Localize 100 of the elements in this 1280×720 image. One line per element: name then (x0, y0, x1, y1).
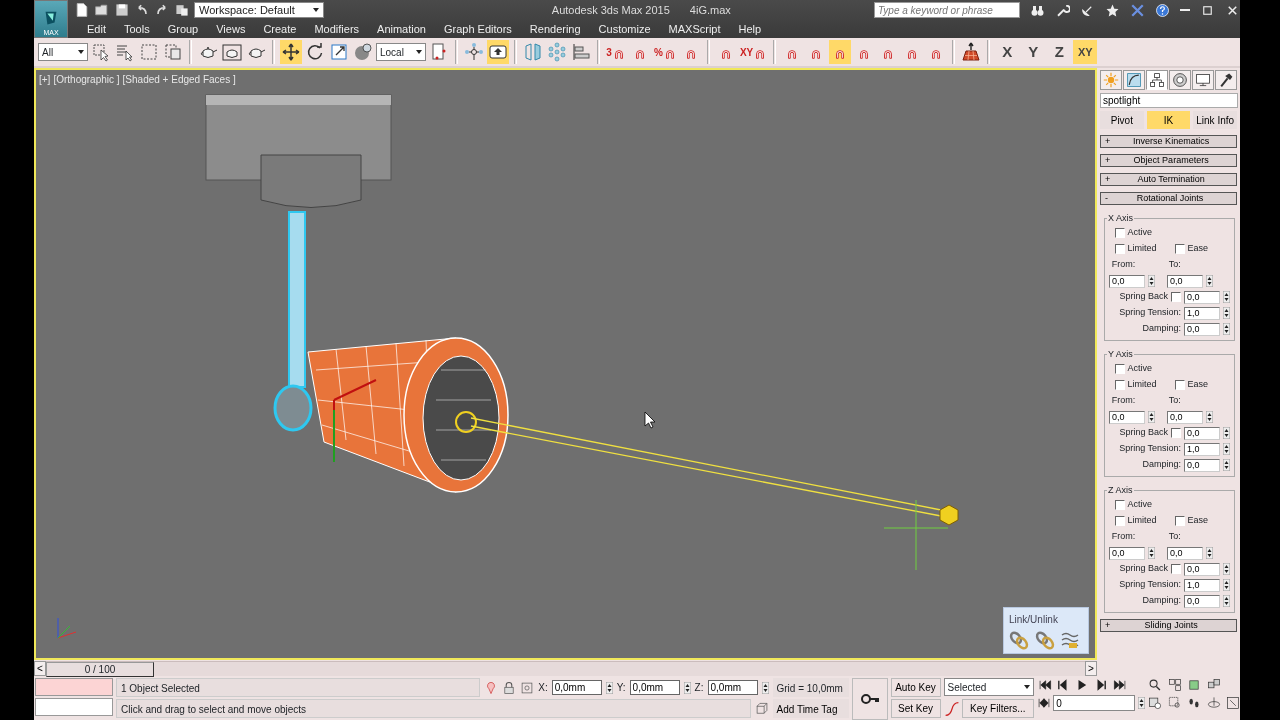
spinner[interactable] (1223, 427, 1230, 439)
spinner[interactable] (1223, 595, 1230, 607)
rollout-header[interactable]: - Rotational Joints (1100, 192, 1237, 205)
spinner[interactable] (1223, 443, 1230, 455)
maximize-viewport-button[interactable] (1226, 696, 1240, 710)
previous-frame-button[interactable]: < (34, 661, 46, 676)
script-listener-field[interactable] (35, 678, 113, 696)
menu-item[interactable]: Views (207, 20, 255, 38)
spinner[interactable] (1223, 323, 1230, 335)
checkbox[interactable] (1171, 564, 1181, 574)
save-button[interactable] (114, 2, 130, 18)
rollout-header[interactable]: + Sliding Joints (1100, 619, 1237, 632)
curve-editor-button[interactable] (943, 699, 960, 718)
new-file-button[interactable] (74, 2, 90, 18)
link-chain-button[interactable] (1009, 630, 1029, 651)
key-filters-button[interactable]: Key Filters... (962, 699, 1034, 718)
menu-item[interactable]: Customize (589, 20, 660, 38)
coordinate-field[interactable]: 0,0mm (551, 680, 602, 695)
menu-item[interactable]: Edit (78, 20, 115, 38)
orbit-button[interactable] (1206, 696, 1221, 710)
selection-box-button[interactable] (520, 680, 535, 695)
number-field[interactable]: 1,0 (1184, 442, 1220, 456)
spinner[interactable] (1148, 275, 1155, 287)
search-field[interactable]: Type a keyword or phrase (874, 2, 1020, 18)
star-button[interactable] (1105, 2, 1120, 18)
snap-toggle[interactable]: XY (738, 40, 769, 64)
arrow-box-button[interactable] (487, 40, 509, 64)
checkbox[interactable] (1114, 380, 1125, 390)
coordinate-field[interactable]: 0,0mm (707, 680, 758, 695)
checkbox[interactable] (1174, 380, 1185, 390)
panel-tab[interactable] (1192, 70, 1214, 90)
viewport-label[interactable]: [Shaded + Edged Faces ] (122, 72, 236, 87)
panel-tab[interactable] (1169, 70, 1191, 90)
spinner[interactable] (761, 681, 769, 694)
menu-item[interactable]: Graph Editors (434, 20, 521, 38)
checkbox[interactable] (1114, 364, 1125, 374)
snap-toggle[interactable]: % (653, 40, 678, 64)
menu-item[interactable]: Group (158, 20, 208, 38)
axis-constraint-button[interactable]: X (995, 40, 1020, 64)
move-button[interactable] (280, 40, 302, 64)
time-slider-thumb[interactable]: 0 / 100 (46, 662, 154, 677)
dropdown[interactable]: Local (376, 43, 426, 61)
spinner[interactable] (683, 681, 691, 694)
panel-button[interactable]: IK (1146, 111, 1191, 129)
number-field[interactable]: 0,0 (1167, 274, 1203, 288)
zoom-button[interactable] (1148, 678, 1162, 692)
axis-constraint-button[interactable]: Y (1021, 40, 1046, 64)
spinner[interactable] (1206, 275, 1213, 287)
checkbox[interactable] (1174, 244, 1185, 254)
panel-tab[interactable] (1123, 70, 1145, 90)
spinner[interactable] (1223, 563, 1230, 575)
checkbox[interactable] (1174, 516, 1185, 526)
rollout-header[interactable]: + Object Parameters (1100, 154, 1237, 167)
region-zoom-button[interactable] (1167, 696, 1182, 710)
number-field[interactable]: 0,0 (1184, 458, 1220, 472)
frame-field[interactable]: 0 (1053, 695, 1136, 711)
spinner[interactable] (605, 681, 613, 694)
snap-toggle[interactable]: 3 (605, 40, 627, 64)
footprints-button[interactable] (1187, 696, 1201, 710)
exchange-x-button[interactable] (1130, 2, 1145, 18)
menu-item[interactable]: MAXScript (659, 20, 730, 38)
number-field[interactable]: 0,0 (1109, 274, 1145, 288)
wrench-button[interactable] (1055, 2, 1070, 18)
number-field[interactable]: 0,0 (1184, 426, 1220, 440)
snap-toggle[interactable] (829, 40, 852, 64)
help-button[interactable] (1155, 2, 1170, 18)
viewport-label[interactable]: [Orthographic ] (53, 72, 120, 87)
checkbox[interactable] (1171, 292, 1181, 302)
menu-item[interactable]: Create (254, 20, 306, 38)
mirror-button[interactable] (522, 40, 544, 64)
menu-item[interactable]: Animation (368, 20, 435, 38)
number-field[interactable]: 0,0 (1184, 594, 1220, 608)
next-frame-button[interactable]: > (1085, 661, 1097, 676)
panel-tab[interactable] (1215, 70, 1237, 90)
dropdown[interactable]: All (38, 43, 88, 61)
spinner[interactable] (1138, 697, 1145, 709)
number-field[interactable]: 0,0 (1109, 546, 1145, 560)
panel-button[interactable]: Link Info (1193, 111, 1237, 129)
number-field[interactable]: 0,0 (1184, 322, 1220, 336)
unlink-chain-button[interactable] (1034, 630, 1055, 651)
spinner[interactable] (1148, 547, 1155, 559)
project-folder-button[interactable] (174, 2, 190, 18)
set-keys-button[interactable] (851, 678, 888, 720)
number-field[interactable]: 0,0 (1167, 546, 1203, 560)
checkbox[interactable] (1114, 500, 1125, 510)
spinner[interactable] (1223, 307, 1230, 319)
script-listener-field[interactable] (35, 698, 113, 716)
number-field[interactable]: 0,0 (1184, 562, 1220, 576)
dots-button[interactable] (546, 40, 568, 64)
menu-item[interactable]: Help (729, 20, 771, 38)
coordinate-field[interactable]: 0,0mm (629, 680, 680, 695)
axis-constraint-button[interactable]: XY (1073, 40, 1098, 64)
spinner[interactable] (1148, 411, 1155, 423)
go-to-start-button[interactable] (1036, 678, 1053, 692)
axis-constraint-button[interactable]: Z (1047, 40, 1072, 64)
number-field[interactable]: 1,0 (1184, 306, 1220, 320)
spinner[interactable] (1223, 579, 1230, 591)
spinner[interactable] (1223, 291, 1230, 303)
number-field[interactable]: 0,0 (1109, 410, 1145, 424)
add-time-tag-button[interactable]: Add Time Tag (772, 699, 849, 718)
